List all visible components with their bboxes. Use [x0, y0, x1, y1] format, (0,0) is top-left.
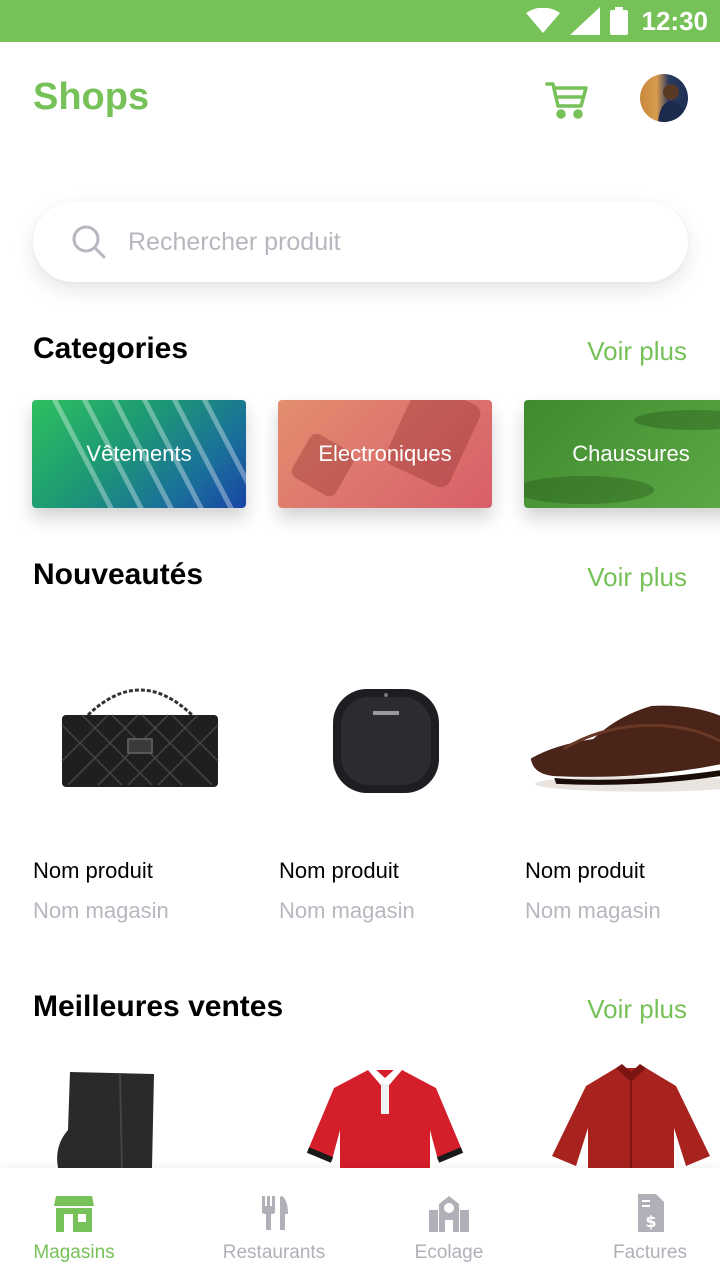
red-shirt-image [552, 1064, 710, 1170]
store-icon [54, 1196, 94, 1232]
best-seller-boot[interactable] [32, 1060, 246, 1170]
signal-icon [569, 7, 600, 35]
boot-image [57, 1072, 154, 1170]
categories-title: Categories [33, 332, 189, 365]
invoice-icon: $ [638, 1194, 664, 1232]
bottom-nav: Magasins Restaurants Ecolage $ Factures [0, 1168, 720, 1280]
product-card[interactable]: Nom produit Nom magasin [33, 640, 247, 923]
categories-see-more-link[interactable]: Voir plus [587, 336, 687, 367]
user-photo [658, 84, 686, 122]
nav-item-bills[interactable]: $ Factures [608, 1168, 692, 1280]
nav-label: Factures [613, 1242, 687, 1263]
category-card-electronics[interactable]: Electroniques [278, 400, 492, 508]
fork-knife-icon [262, 1196, 288, 1230]
nav-label: Ecolage [414, 1242, 484, 1263]
avatar[interactable] [640, 74, 688, 122]
cart-button[interactable] [543, 76, 591, 120]
page-title: Shops [33, 76, 150, 118]
product-store: Nom magasin [525, 898, 661, 923]
best-seller-shirt[interactable] [524, 1060, 720, 1170]
cart-icon [545, 82, 588, 119]
svg-text:$: $ [645, 1212, 656, 1231]
category-label: Electroniques [318, 441, 452, 466]
status-bar: 12:30 [0, 0, 720, 42]
nav-label: Restaurants [222, 1242, 326, 1263]
category-label: Chaussures [572, 441, 690, 466]
category-card-clothing[interactable]: Vêtements [32, 400, 246, 508]
search-icon [72, 225, 106, 259]
status-time: 12:30 [641, 5, 709, 36]
category-card-shoes[interactable]: Chaussures [524, 400, 720, 508]
product-name: Nom produit [33, 858, 153, 883]
best-seller-polo[interactable] [278, 1060, 492, 1170]
best-sellers-title: Meilleures ventes [33, 990, 284, 1023]
nav-item-stores[interactable]: Magasins [28, 1168, 120, 1280]
search-bar[interactable] [33, 202, 688, 282]
new-arrivals-see-more-link[interactable]: Voir plus [587, 562, 687, 593]
product-name: Nom produit [525, 858, 645, 883]
best-sellers-see-more-link[interactable]: Voir plus [587, 994, 687, 1025]
battery-icon [609, 7, 628, 35]
wifi-icon [525, 8, 560, 33]
product-name: Nom produit [279, 858, 399, 883]
nav-item-tuition[interactable]: Ecolage [408, 1168, 490, 1280]
new-arrivals-title: Nouveautés [33, 558, 204, 591]
product-image-speaker [279, 640, 493, 840]
product-store: Nom magasin [33, 898, 169, 923]
product-image-shoes [525, 640, 720, 840]
product-card[interactable]: Nom produit Nom magasin [525, 640, 720, 923]
product-card[interactable]: Nom produit Nom magasin [279, 640, 493, 923]
category-label: Vêtements [86, 441, 192, 466]
product-image-handbag [33, 640, 247, 840]
red-polo-image [306, 1068, 464, 1170]
product-store: Nom magasin [279, 898, 415, 923]
search-input[interactable] [128, 220, 648, 264]
nav-item-restaurants[interactable]: Restaurants [218, 1168, 330, 1280]
nav-label: Magasins [33, 1242, 115, 1263]
school-icon [429, 1196, 469, 1232]
